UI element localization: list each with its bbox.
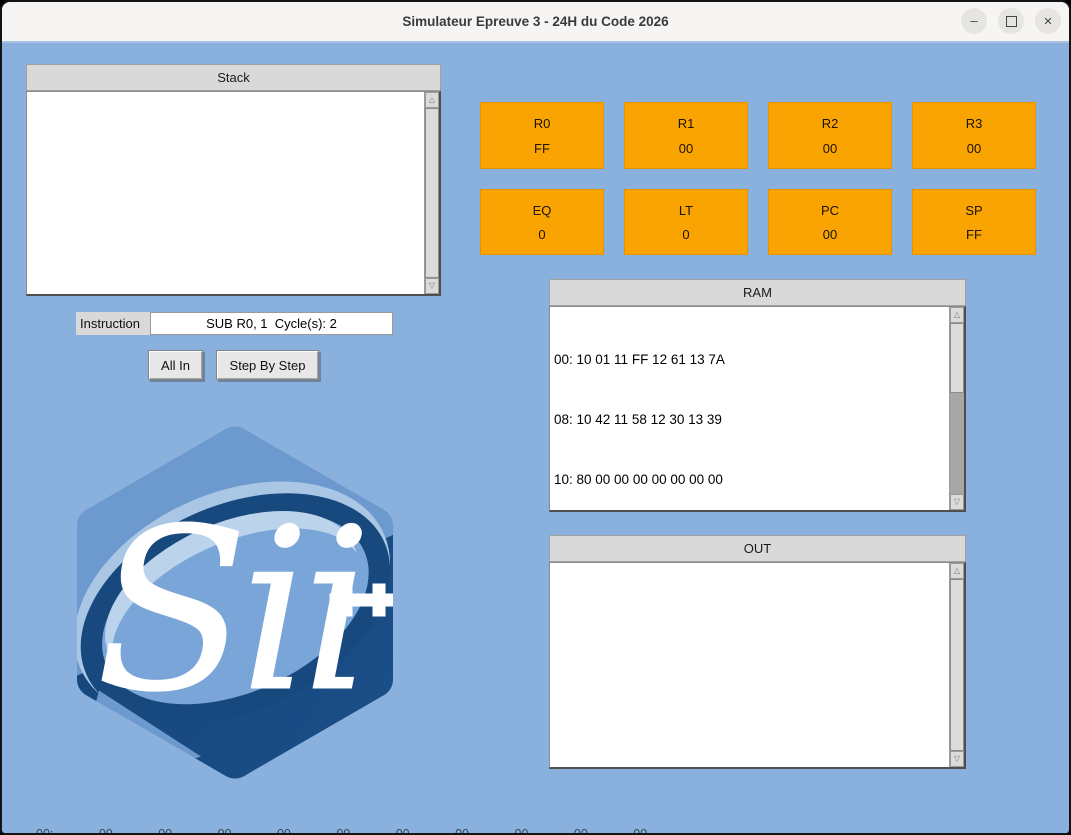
out-panel: OUT △ ▽ bbox=[549, 535, 966, 769]
register-r0: R0 FF bbox=[480, 102, 604, 169]
scroll-up-icon[interactable]: △ bbox=[950, 563, 964, 579]
ram-line[interactable]: 10: 80 00 00 00 00 00 00 00 bbox=[554, 470, 964, 490]
ram-panel-header: RAM bbox=[549, 279, 966, 306]
ram-lines: 00: 10 01 11 FF 12 61 13 7A 08: 10 42 11… bbox=[550, 307, 964, 512]
register-name: PC bbox=[821, 203, 839, 218]
register-lt: LT 0 bbox=[624, 189, 748, 255]
ram-panel: RAM 00: 10 01 11 FF 12 61 13 7A 08: 10 4… bbox=[549, 279, 966, 512]
stack-scrollbar[interactable]: △ ▽ bbox=[424, 92, 439, 294]
ram-scrollbar-thumb[interactable] bbox=[950, 323, 964, 393]
ram-panel-title: RAM bbox=[743, 285, 772, 300]
register-value: 00 bbox=[679, 141, 693, 156]
register-value: 00 bbox=[967, 141, 981, 156]
window-title: Simulateur Epreuve 3 - 24H du Code 2026 bbox=[402, 14, 668, 29]
close-button[interactable]: × bbox=[1035, 8, 1061, 34]
register-value: 0 bbox=[538, 227, 545, 242]
register-value: 00 bbox=[823, 141, 837, 156]
logo-text: Sii bbox=[95, 481, 363, 743]
scroll-down-icon[interactable]: ▽ bbox=[425, 278, 439, 294]
out-panel-header: OUT bbox=[549, 535, 966, 562]
all-in-button[interactable]: All In bbox=[148, 350, 203, 380]
out-panel-title: OUT bbox=[744, 541, 771, 556]
register-sp: SP FF bbox=[912, 189, 1036, 255]
close-icon: × bbox=[1044, 14, 1053, 29]
out-scrollbar-thumb[interactable] bbox=[950, 579, 964, 751]
ram-listbox[interactable]: 00: 10 01 11 FF 12 61 13 7A 08: 10 42 11… bbox=[549, 306, 966, 512]
window-controls: – × bbox=[961, 8, 1061, 34]
scroll-up-icon[interactable]: △ bbox=[425, 92, 439, 108]
register-name: R0 bbox=[534, 116, 551, 131]
register-name: R1 bbox=[678, 116, 695, 131]
ram-line[interactable]: 00: 10 01 11 FF 12 61 13 7A bbox=[554, 350, 964, 370]
register-value: FF bbox=[966, 227, 982, 242]
bottom-clipped-line: 00: 00 00 00 00 00 00 00 00 00 00 bbox=[36, 828, 936, 833]
register-name: R3 bbox=[966, 116, 983, 131]
ram-scrollbar[interactable]: △ ▽ bbox=[949, 307, 964, 510]
register-value: FF bbox=[534, 141, 550, 156]
maximize-button[interactable] bbox=[998, 8, 1024, 34]
register-name: LT bbox=[679, 203, 693, 218]
instruction-label: Instruction bbox=[76, 312, 150, 335]
out-listbox[interactable]: △ ▽ bbox=[549, 562, 966, 769]
app-window: Simulateur Epreuve 3 - 24H du Code 2026 … bbox=[0, 0, 1071, 835]
register-name: R2 bbox=[822, 116, 839, 131]
stack-listbox[interactable]: △ ▽ bbox=[26, 91, 441, 296]
scroll-down-icon[interactable]: ▽ bbox=[950, 494, 964, 510]
register-pc: PC 00 bbox=[768, 189, 892, 255]
register-value: 00 bbox=[823, 227, 837, 242]
register-r2: R2 00 bbox=[768, 102, 892, 169]
minimize-icon: – bbox=[970, 14, 977, 27]
register-r3: R3 00 bbox=[912, 102, 1036, 169]
out-scrollbar[interactable]: △ ▽ bbox=[949, 563, 964, 767]
stack-scrollbar-thumb[interactable] bbox=[425, 108, 439, 278]
maximize-icon bbox=[1006, 16, 1017, 27]
scroll-up-icon[interactable]: △ bbox=[950, 307, 964, 323]
titlebar[interactable]: Simulateur Epreuve 3 - 24H du Code 2026 … bbox=[2, 2, 1069, 43]
ram-line[interactable]: 08: 10 42 11 58 12 30 13 39 bbox=[554, 410, 964, 430]
scroll-down-icon[interactable]: ▽ bbox=[950, 751, 964, 767]
register-r1: R1 00 bbox=[624, 102, 748, 169]
step-by-step-button[interactable]: Step By Step bbox=[216, 350, 319, 380]
stack-panel-header: Stack bbox=[26, 64, 441, 91]
register-name: EQ bbox=[533, 203, 552, 218]
register-eq: EQ 0 bbox=[480, 189, 604, 255]
minimize-button[interactable]: – bbox=[961, 8, 987, 34]
sii-plus-plus-logo: Sii bbox=[73, 422, 397, 783]
stack-panel: Stack △ ▽ bbox=[26, 64, 441, 296]
instruction-field[interactable]: SUB R0, 1 Cycle(s): 2 bbox=[150, 312, 393, 335]
register-value: 0 bbox=[682, 227, 689, 242]
register-name: SP bbox=[965, 203, 982, 218]
stack-panel-title: Stack bbox=[217, 70, 250, 85]
